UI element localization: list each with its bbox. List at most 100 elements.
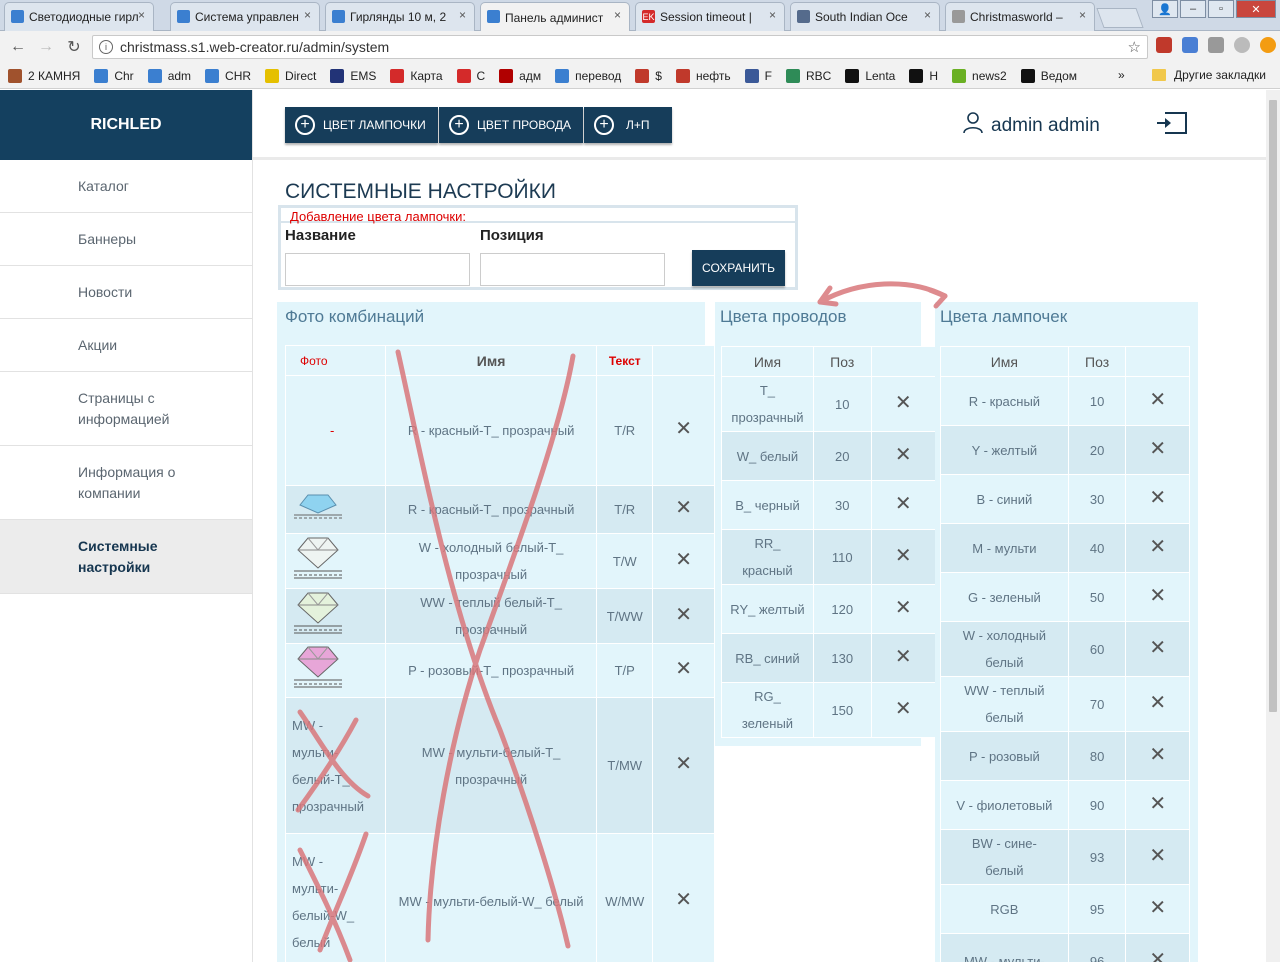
bookmark-item[interactable]: перевод xyxy=(555,68,621,83)
minimize-button[interactable]: – xyxy=(1180,0,1206,18)
bookmark-item[interactable]: $ xyxy=(635,68,662,83)
position-input[interactable] xyxy=(480,253,665,286)
sidebar-item[interactable]: Новости xyxy=(0,266,252,319)
user-profile-button[interactable]: 👤 xyxy=(1152,0,1178,18)
sidebar-item[interactable]: Акции xyxy=(0,319,252,372)
tab-close-icon[interactable]: × xyxy=(769,8,776,22)
address-bar[interactable]: i christmass.s1.web-creator.ru/admin/sys… xyxy=(92,35,1148,59)
extension-icon[interactable] xyxy=(1208,37,1224,53)
delete-icon[interactable]: ✕ xyxy=(675,658,692,680)
delete-icon[interactable]: ✕ xyxy=(675,604,692,626)
delete-icon[interactable]: ✕ xyxy=(1149,487,1166,509)
delete-icon[interactable]: ✕ xyxy=(895,392,912,414)
delete-icon[interactable]: ✕ xyxy=(895,646,912,668)
delete-icon[interactable]: ✕ xyxy=(895,545,912,567)
tab-close-icon[interactable]: × xyxy=(459,8,466,22)
back-button[interactable]: ← xyxy=(4,33,32,61)
other-bookmarks[interactable]: Другие закладки xyxy=(1152,68,1266,82)
name-input[interactable] xyxy=(285,253,470,286)
bookmark-item[interactable]: адм xyxy=(499,68,541,83)
delete-icon[interactable]: ✕ xyxy=(895,597,912,619)
browser-tab[interactable]: South Indian Oce × xyxy=(790,2,940,31)
extension-icon[interactable] xyxy=(1234,37,1250,53)
sidebar-item[interactable]: Каталог xyxy=(0,160,252,213)
page-scrollbar[interactable] xyxy=(1266,90,1280,962)
browser-tab[interactable]: Светодиодные гирл × xyxy=(4,2,154,31)
url-text[interactable]: christmass.s1.web-creator.ru/admin/syste… xyxy=(120,39,389,55)
bookmark-item[interactable]: F xyxy=(744,68,772,83)
bookmark-item[interactable]: Direct xyxy=(265,68,316,83)
add-wire-color-button[interactable]: + ЦВЕТ ПРОВОДА xyxy=(439,107,584,143)
bookmark-item[interactable]: С xyxy=(456,68,485,83)
tab-close-icon[interactable]: × xyxy=(924,8,931,22)
delete-icon[interactable]: ✕ xyxy=(675,549,692,571)
combo-name: WW - теплый белый-T_ прозрачный xyxy=(384,588,598,644)
delete-icon[interactable]: ✕ xyxy=(1149,536,1166,558)
add-bulb-color-button[interactable]: + ЦВЕТ ЛАМПОЧКИ xyxy=(285,107,438,143)
browser-tab[interactable]: EK Session timeout | × xyxy=(635,2,785,31)
sidebar-item[interactable]: Баннеры xyxy=(0,213,252,266)
close-window-button[interactable]: ✕ xyxy=(1236,0,1276,18)
tab-title: Панель админист xyxy=(505,10,604,25)
other-bookmarks-label[interactable]: Другие закладки xyxy=(1174,68,1266,82)
delete-icon[interactable]: ✕ xyxy=(1149,692,1166,714)
delete-icon[interactable]: ✕ xyxy=(1149,389,1166,411)
bookmark-item[interactable]: Lenta xyxy=(845,68,895,83)
bookmark-item[interactable]: 2 КАМНЯ xyxy=(8,68,80,83)
sidebar-item[interactable]: Информация о компании xyxy=(0,446,252,520)
delete-icon[interactable]: ✕ xyxy=(675,753,692,775)
tab-close-icon[interactable]: × xyxy=(1079,8,1086,22)
delete-icon[interactable]: ✕ xyxy=(895,444,912,466)
user-menu[interactable]: admin admin xyxy=(963,112,1100,140)
bookmarks-more-chevron[interactable]: » xyxy=(1118,68,1125,82)
bookmark-item[interactable]: Ведом xyxy=(1020,68,1077,83)
brand-logo[interactable]: RICHLED xyxy=(0,90,252,160)
bookmark-item[interactable]: H xyxy=(909,68,938,83)
delete-icon[interactable]: ✕ xyxy=(675,497,692,519)
delete-icon[interactable]: ✕ xyxy=(1149,897,1166,919)
bookmark-item[interactable]: adm xyxy=(147,68,191,83)
maximize-button[interactable]: ▫ xyxy=(1208,0,1234,18)
save-button[interactable]: СОХРАНИТЬ xyxy=(692,250,785,286)
tab-close-icon[interactable]: × xyxy=(138,8,145,22)
bookmark-item[interactable]: CHR xyxy=(205,68,251,83)
delete-icon[interactable]: ✕ xyxy=(1149,438,1166,460)
bookmark-star-icon[interactable]: ☆ xyxy=(1128,38,1141,56)
site-info-icon[interactable]: i xyxy=(99,40,113,54)
delete-icon[interactable]: ✕ xyxy=(1149,585,1166,607)
bookmark-item[interactable]: news2 xyxy=(952,68,1007,83)
browser-tab[interactable]: Система управлен × xyxy=(170,2,320,31)
sidebar-item[interactable]: Системные настройки xyxy=(0,520,252,594)
bookmark-item[interactable]: EMS xyxy=(330,68,376,83)
delete-icon[interactable]: ✕ xyxy=(895,698,912,720)
new-tab-button[interactable] xyxy=(1096,8,1144,28)
browser-tab[interactable]: Гирлянды 10 м, 2 × xyxy=(325,2,475,31)
sidebar-item[interactable]: Страницы с информацией xyxy=(0,372,252,446)
browser-tab[interactable]: Панель админист × xyxy=(480,2,630,32)
delete-icon[interactable]: ✕ xyxy=(895,493,912,515)
add-combo-button[interactable]: + Л+П xyxy=(584,107,672,143)
bookmark-item[interactable]: Chr xyxy=(94,68,134,83)
translate-extension-icon[interactable] xyxy=(1182,37,1198,53)
delete-icon[interactable]: ✕ xyxy=(675,418,692,440)
notification-icon[interactable] xyxy=(1260,37,1276,53)
delete-icon[interactable]: ✕ xyxy=(675,889,692,911)
delete-icon[interactable]: ✕ xyxy=(1149,949,1166,962)
wire-position: 20 xyxy=(812,431,872,481)
reload-button[interactable]: ↻ xyxy=(60,33,88,61)
delete-icon[interactable]: ✕ xyxy=(1149,793,1166,815)
forward-button[interactable]: → xyxy=(32,33,60,61)
bookmark-item[interactable]: Карта xyxy=(390,68,443,83)
bookmark-item[interactable]: RBC xyxy=(785,68,831,83)
logout-icon[interactable] xyxy=(1157,112,1187,134)
delete-icon[interactable]: ✕ xyxy=(1149,744,1166,766)
tab-close-icon[interactable]: × xyxy=(614,8,621,22)
bookmark-item[interactable]: нефть xyxy=(675,68,731,83)
browser-tab[interactable]: Christmasworld – × xyxy=(945,2,1095,31)
scrollbar-thumb[interactable] xyxy=(1269,100,1277,712)
delete-icon[interactable]: ✕ xyxy=(1149,637,1166,659)
delete-icon[interactable]: ✕ xyxy=(1149,845,1166,867)
combo-text: T/W xyxy=(596,533,654,589)
extension-icon[interactable] xyxy=(1156,37,1172,53)
tab-close-icon[interactable]: × xyxy=(304,8,311,22)
